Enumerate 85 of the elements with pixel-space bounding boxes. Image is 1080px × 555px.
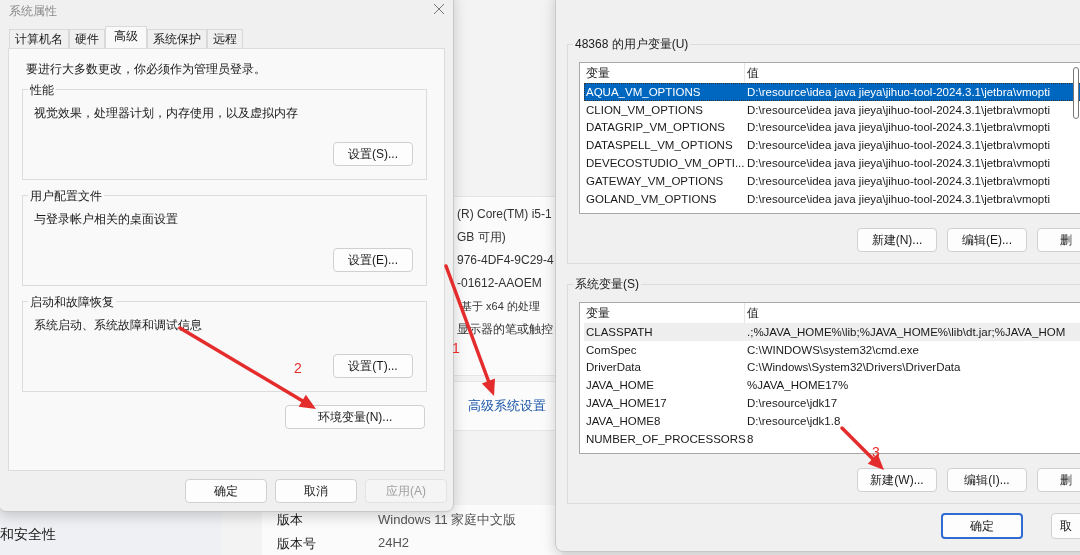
info-value: Windows 11 家庭中文版 (378, 511, 517, 529)
note-text: 要进行大多数更改，你必须作为管理员登录。 (26, 61, 266, 78)
info-label: 版本号 (277, 535, 317, 553)
table-cell-text: AQUA_VM_OPTIONS (585, 85, 702, 98)
table-row[interactable]: ComSpec C:\WINDOWS\system32\cmd.exe (584, 340, 1080, 359)
advanced-settings-link[interactable]: 高级系统设置 (468, 397, 546, 415)
spec-text: GB 可用) (457, 229, 507, 245)
column-header[interactable]: 值 (745, 63, 759, 83)
environment-variables-button[interactable]: 环境变量(N)... (285, 405, 425, 429)
dialog-button[interactable]: 取 (1051, 513, 1080, 539)
table-cell-text: D:\resource\jdk17 (746, 397, 838, 410)
table-cell-text: DriverData (585, 361, 642, 374)
step-number: 1 (452, 340, 460, 356)
table-cell-text: 8 (746, 432, 754, 445)
table-row[interactable]: DEVECOSTUDIO_VM_OPTI... D:\resource\idea java jieya\jihuo-tool-2024.3.1\jetbra\vmopti (584, 154, 1080, 172)
group-title: 性能 (28, 82, 56, 99)
table-row[interactable]: DATAGRIP_VM_OPTIONS D:\resource\idea java jieya\jihuo-tool-2024.3.1\jetbra\vmopti (584, 118, 1080, 137)
spec-text: (R) Core(TM) i5-1 (457, 206, 553, 222)
tab[interactable]: 远程 (207, 29, 243, 48)
list-button[interactable]: 编辑(E)... (947, 228, 1027, 252)
list-button[interactable]: 删 (1037, 228, 1080, 252)
spec-text: 976-4DF4-9C29-4 (457, 252, 555, 268)
group-title: 用户配置文件 (28, 188, 104, 205)
dialog-button[interactable]: 取消 (275, 479, 357, 503)
info-value: 24H2 (378, 535, 410, 552)
table-cell-text: D:\resource\idea java jieya\jihuo-tool-2024.3.1\jetbra\vmopti (746, 85, 1050, 98)
table-cell-text: .;%JAVA_HOME%\lib;%JAVA_HOME%\lib\dt.jar;%JAVA_HOM (746, 325, 1066, 338)
table-cell-text: D:\resource\jdk1.8 (746, 414, 841, 427)
spec-text: 基于 x64 的处理 (460, 299, 541, 314)
table-cell-text: ComSpec (585, 343, 638, 356)
table-cell-text: CLASSPATH (585, 325, 654, 338)
table-cell-text: D:\resource\idea java jieya\jihuo-tool-2024.3.1\jetbra\vmopti (746, 192, 1050, 205)
tab[interactable]: 系统保护 (147, 29, 207, 48)
column-header[interactable]: 值 (745, 303, 759, 323)
settings-button[interactable]: 设置(T)... (333, 354, 413, 378)
table-cell-text: JAVA_HOME (585, 379, 655, 392)
spec-text: -01612-AAOEM (457, 275, 543, 291)
table-cell-text: DATASPELL_VM_OPTIONS (585, 139, 734, 152)
settings-button[interactable]: 设置(S)... (333, 142, 413, 166)
table-row[interactable]: NUMBER_OF_PROCESSORS8 (584, 429, 1080, 448)
table-row[interactable]: JAVA_HOME8 D:\resource\jdk1.8 (584, 412, 1080, 430)
dialog-button[interactable]: 确定 (185, 479, 267, 503)
table-row[interactable]: JAVA_HOME %JAVA_HOME17% (584, 376, 1080, 395)
table-cell-text: CLION_VM_OPTIONS (585, 103, 704, 116)
table-row[interactable]: CLASSPATH .;%JAVA_HOME%\lib;%JAVA_HOME%\lib\dt.jar;%JAVA_HOM (584, 323, 1080, 341)
table-cell-text: JAVA_HOME17 (585, 397, 668, 410)
table-cell-text: GATEWAY_VM_OPTIONS (585, 174, 725, 187)
table-row[interactable]: AQUA_VM_OPTIONS D:\resource\idea java jieya\jihuo-tool-2024.3.1\jetbra\vmopti (584, 83, 1080, 101)
table-row[interactable]: JAVA_HOME17 D:\resource\jdk17 (584, 394, 1080, 412)
settings-button[interactable]: 设置(E)... (333, 248, 413, 272)
tab[interactable]: 计算机名 (9, 29, 69, 48)
sidebar-item[interactable]: 和安全性 (0, 526, 56, 544)
list-button[interactable]: 新建(W)... (857, 468, 937, 492)
info-label: 版本 (277, 511, 304, 529)
table-cell-text: D:\resource\idea java jieya\jihuo-tool-2024.3.1\jetbra\vmopti (746, 157, 1050, 170)
table-row[interactable]: GOLAND_VM_OPTIONS D:\resource\idea java jieya\jihuo-tool-2024.3.1\jetbra\vmopti (584, 189, 1080, 208)
table-cell-text: GOLAND_VM_OPTIONS (585, 192, 718, 205)
group-description: 与登录帐户相关的桌面设置 (34, 211, 178, 228)
table-cell-text: DATAGRIP_VM_OPTIONS (585, 121, 726, 134)
group-title: 启动和故障恢复 (28, 294, 116, 311)
table-cell-text: DEVECOSTUDIO_VM_OPTI... (585, 157, 745, 170)
window-title: 系统属性 (9, 3, 57, 20)
tab[interactable]: 高级 (105, 26, 147, 49)
table-row[interactable]: DATASPELL_VM_OPTIONS D:\resource\idea java jieya\jihuo-tool-2024.3.1\jetbra\vmopti (584, 136, 1080, 155)
table-cell-text: D:\resource\idea java jieya\jihuo-tool-2024.3.1\jetbra\vmopti (746, 121, 1050, 134)
list-button[interactable]: 编辑(I)... (947, 468, 1027, 492)
group-description: 视觉效果，处理器计划，内存使用，以及虚拟内存 (34, 105, 298, 122)
table-cell-text: C:\WINDOWS\system32\cmd.exe (746, 343, 919, 356)
table-cell-text: D:\resource\idea java jieya\jihuo-tool-2024.3.1\jetbra\vmopti (746, 139, 1050, 152)
table-cell-text: C:\Windows\System32\Drivers\DriverData (746, 361, 961, 374)
group-title: 48368 的用户变量(U) (573, 36, 691, 53)
table-row[interactable]: DriverData C:\Windows\System32\Drivers\DriverData (584, 358, 1080, 377)
table-row[interactable]: CLION_VM_OPTIONS D:\resource\idea java jieya\jihuo-tool-2024.3.1\jetbra\vmopti (584, 100, 1080, 119)
table-cell-text: NUMBER_OF_PROCESSORS (585, 432, 745, 445)
tab[interactable]: 硬件 (69, 29, 105, 48)
table-row[interactable]: GATEWAY_VM_OPTIONS D:\resource\idea java jieya\jihuo-tool-2024.3.1\jetbra\vmopti (584, 172, 1080, 190)
table-cell-text: D:\resource\idea java jieya\jihuo-tool-2024.3.1\jetbra\vmopti (746, 174, 1050, 187)
table-cell-text: D:\resource\idea java jieya\jihuo-tool-2024.3.1\jetbra\vmopti (746, 103, 1050, 116)
table-cell-text: JAVA_HOME8 (585, 414, 662, 427)
table-cell-text: %JAVA_HOME17% (746, 379, 849, 392)
dialog-button[interactable]: 确定 (941, 513, 1023, 539)
step-number: 2 (294, 360, 302, 376)
list-button[interactable]: 新建(N)... (857, 228, 937, 252)
group-title: 系统变量(S) (573, 276, 641, 293)
list-button[interactable]: 删 (1037, 468, 1080, 492)
